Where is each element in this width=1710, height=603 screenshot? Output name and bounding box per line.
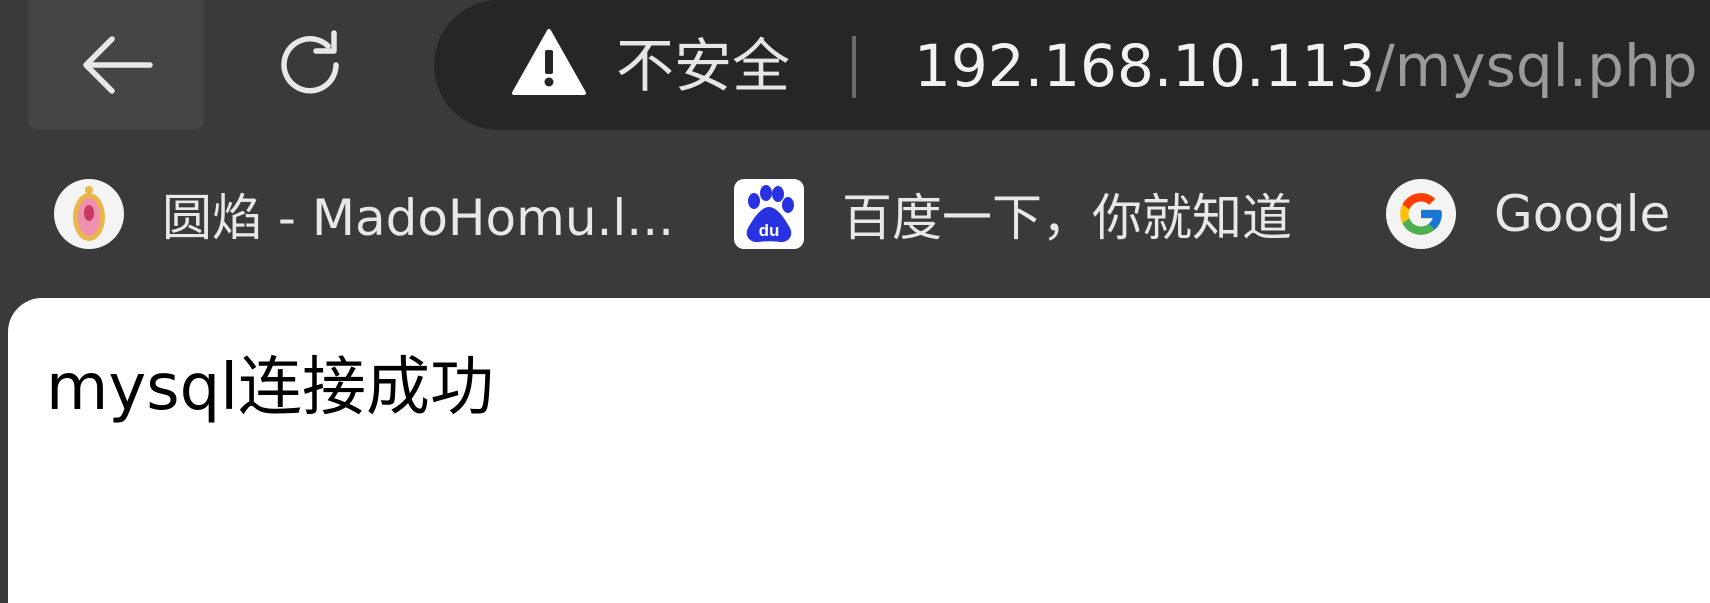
bookmark-baidu[interactable]: du 百度一下，你就知道 — [734, 174, 1292, 254]
address-bar[interactable]: 不安全 192.168.10.113/mysql.php — [434, 0, 1710, 130]
bookmarks-bar: 圆焰 - MadoHomu.l... du 百度一下，你就知道 Google — [0, 160, 1710, 280]
reload-button[interactable] — [222, 0, 398, 130]
arrow-left-icon — [83, 36, 153, 94]
baidu-favicon: du — [734, 179, 804, 249]
back-button[interactable] — [28, 0, 204, 130]
url-path: /mysql.php — [1375, 32, 1698, 100]
warning-icon[interactable] — [512, 28, 586, 96]
browser-window: 不安全 192.168.10.113/mysql.php 圆焰 - MadoHo… — [0, 0, 1710, 603]
bookmark-google[interactable]: Google — [1386, 174, 1670, 254]
google-favicon — [1386, 179, 1456, 249]
bookmark-label: Google — [1494, 185, 1671, 243]
url-host: 192.168.10.113 — [914, 32, 1376, 100]
url-text[interactable]: 192.168.10.113/mysql.php — [914, 28, 1698, 104]
security-label[interactable]: 不安全 — [616, 28, 790, 104]
connection-status-message: mysql连接成功 — [46, 351, 494, 425]
bookmark-label: 圆焰 - MadoHomu.l... — [162, 189, 674, 247]
divider — [852, 36, 856, 98]
svg-text:du: du — [759, 221, 780, 240]
bookmark-label: 百度一下，你就知道 — [842, 189, 1292, 247]
bookmark-madohomu[interactable]: 圆焰 - MadoHomu.l... — [54, 174, 674, 254]
browser-toolbar: 不安全 192.168.10.113/mysql.php — [0, 0, 1710, 130]
page-content: mysql连接成功 — [8, 298, 1710, 603]
reload-icon — [281, 30, 339, 94]
madohomu-favicon — [54, 179, 124, 249]
